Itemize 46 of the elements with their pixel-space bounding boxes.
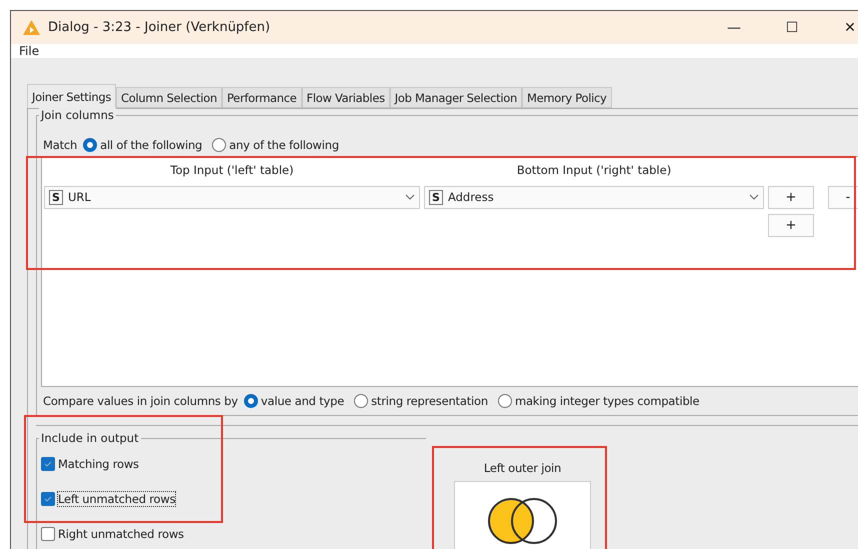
add-row-button[interactable]: + xyxy=(768,186,814,208)
radio-label: value and type xyxy=(260,394,344,408)
tab[interactable]: Performance xyxy=(222,87,302,108)
tab[interactable]: Column Selection xyxy=(116,87,222,108)
checkbox[interactable] xyxy=(41,457,55,471)
column-dropdown[interactable]: S Address xyxy=(424,186,764,208)
compare-label: Compare values in join columns by xyxy=(43,394,238,408)
group-title: Include in output xyxy=(39,431,141,445)
window-title: Dialog - 3:23 - Joiner (Verknüpfen) xyxy=(48,20,272,35)
radio-button[interactable] xyxy=(354,394,368,408)
tab[interactable]: Memory Policy xyxy=(522,87,612,108)
warning-triangle-icon xyxy=(23,20,40,35)
radio-button[interactable] xyxy=(498,394,512,408)
radio-label: making integer types compatible xyxy=(514,394,700,408)
tab[interactable]: Joiner Settings xyxy=(27,84,116,108)
checkbox-label: Right unmatched rows xyxy=(58,527,184,541)
string-type-icon: S xyxy=(429,190,443,204)
check-icon xyxy=(44,461,52,467)
column-dropdown[interactable]: S URL xyxy=(44,186,420,208)
caret-icon xyxy=(405,194,415,200)
radio-button[interactable] xyxy=(244,394,258,408)
radio-label: all of the following xyxy=(100,138,202,152)
minimize-button[interactable]: — xyxy=(714,20,754,36)
match-label: Match xyxy=(43,138,78,152)
checkbox-label: Left unmatched rows xyxy=(58,492,176,506)
menu-item[interactable]: File xyxy=(19,44,40,58)
tab[interactable]: Job Manager Selection xyxy=(390,87,522,108)
string-type-icon: S xyxy=(49,190,63,204)
column-header: Bottom Input ('right' table) xyxy=(516,163,672,177)
radio-button[interactable] xyxy=(212,138,226,152)
checkbox[interactable] xyxy=(41,492,55,506)
close-button[interactable]: ✕ xyxy=(830,20,858,36)
checkbox[interactable] xyxy=(41,527,55,541)
group-title: Join columns xyxy=(39,108,116,122)
add-row-button[interactable]: + xyxy=(768,214,814,236)
radio-button[interactable] xyxy=(83,138,98,152)
caret-icon xyxy=(749,194,759,200)
radio-label: any of the following xyxy=(229,138,339,152)
radio-label: string representation xyxy=(371,394,488,408)
maximize-button[interactable]: ☐ xyxy=(772,20,812,36)
checkbox-label: Matching rows xyxy=(58,457,139,471)
join-type-title: Left outer join xyxy=(484,461,562,475)
check-icon xyxy=(44,496,52,502)
column-header: Top Input ('left' table) xyxy=(169,163,295,177)
remove-row-button[interactable]: - xyxy=(828,186,858,208)
tab[interactable]: Flow Variables xyxy=(302,87,390,108)
